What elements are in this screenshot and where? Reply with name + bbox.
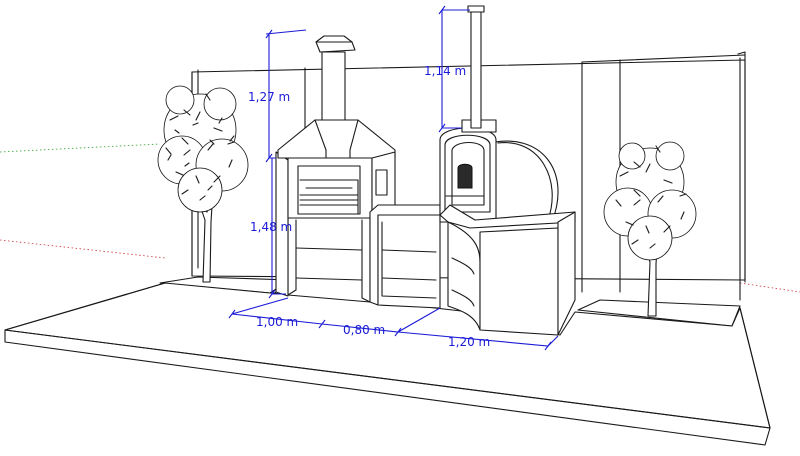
green-axis	[0, 143, 161, 153]
dimension-label: 1,27 m	[248, 90, 290, 104]
dimension-label: 1,48 m	[250, 220, 292, 234]
dimension-label: 1,14 m	[424, 64, 466, 78]
dimension-label: 1,20 m	[448, 335, 490, 349]
red-axis	[0, 239, 166, 259]
red-axis-right	[739, 282, 800, 293]
dimension-label: 0,80 m	[343, 323, 385, 337]
model-drawing: 1,27 m 1,48 m 1,14 m 1,00 m 0,80 m 1,20 …	[0, 5, 800, 446]
dimension-label: 1,00 m	[256, 315, 298, 329]
sketchup-viewport[interactable]: 1,27 m 1,48 m 1,14 m 1,00 m 0,80 m 1,20 …	[0, 0, 800, 456]
middle-counter	[369, 204, 441, 309]
